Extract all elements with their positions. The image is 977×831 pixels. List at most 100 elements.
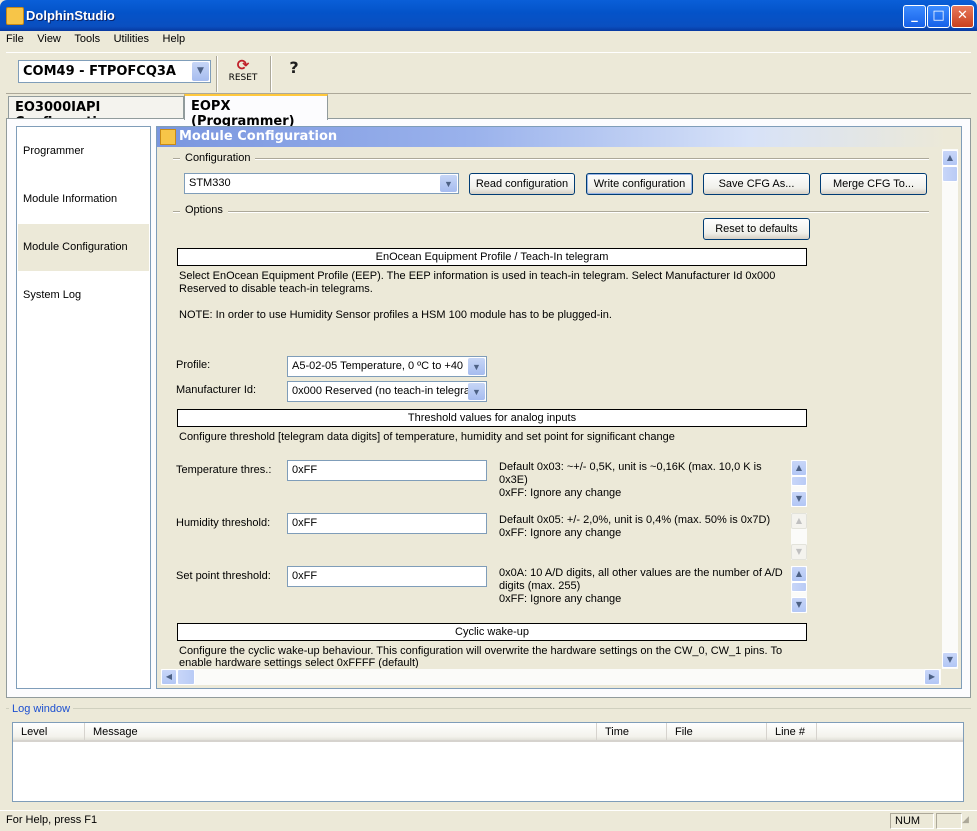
manufacturer-id-label: Manufacturer Id: <box>176 384 257 396</box>
menu-help[interactable]: Help <box>159 31 190 47</box>
window-title: DolphinStudio <box>26 8 115 23</box>
scroll-thumb[interactable] <box>791 582 807 592</box>
toolbar-separator <box>270 56 272 92</box>
title-bar[interactable]: DolphinStudio _ □ ✕ <box>0 0 977 31</box>
help-line: digits (max. 255) <box>499 580 581 592</box>
sidebar-item-system-log[interactable]: System Log <box>18 272 149 319</box>
scroll-left-icon[interactable]: ◀ <box>161 669 177 685</box>
wakeup-section-header: Cyclic wake-up <box>177 623 807 641</box>
manufacturer-id-select[interactable]: 0x000 Reserved (no teach-in telegra ▼ <box>287 381 487 402</box>
configuration-group-label: Configuration <box>180 152 256 164</box>
status-num-indicator: NUM <box>890 813 934 829</box>
menu-utilities[interactable]: Utilities <box>110 31 153 47</box>
log-column-level[interactable]: Level <box>13 723 85 742</box>
maximize-button[interactable]: □ <box>927 5 950 28</box>
chevron-down-icon[interactable]: ▼ <box>440 175 457 192</box>
log-list[interactable]: Level Message Time File Line # <box>12 722 964 802</box>
scroll-right-icon[interactable]: ▶ <box>924 669 940 685</box>
chevron-down-icon[interactable]: ▼ <box>468 358 485 375</box>
humidity-threshold-label: Humidity threshold: <box>176 517 271 529</box>
group-divider <box>173 158 929 160</box>
toolbar-separator <box>216 56 218 92</box>
help-button[interactable]: ? <box>282 58 306 84</box>
eep-section-header: EnOcean Equipment Profile / Teach-In tel… <box>177 248 807 266</box>
manufacturer-id-select-value: 0x000 Reserved (no teach-in telegra <box>292 385 470 397</box>
humidity-help-scrollbar: ▲ ▼ <box>791 513 807 560</box>
menu-tools[interactable]: Tools <box>70 31 104 47</box>
set-point-threshold-help: 0x0A: 10 A/D digits, all other values ar… <box>499 567 787 606</box>
help-line: Default 0x05: +/- 2,0%, unit is 0,4% (ma… <box>499 514 771 526</box>
scroll-thumb[interactable] <box>791 476 807 486</box>
scroll-up-icon[interactable]: ▲ <box>791 566 807 582</box>
reset-to-defaults-button[interactable]: Reset to defaults <box>703 218 810 240</box>
merge-cfg-to-button[interactable]: Merge CFG To... <box>820 173 927 195</box>
sidebar-item-programmer[interactable]: Programmer <box>18 128 149 175</box>
content-horizontal-scrollbar[interactable]: ◀ ▶ <box>161 669 941 685</box>
temperature-help-scrollbar[interactable]: ▲ ▼ <box>791 460 807 507</box>
sidebar-item-module-information[interactable]: Module Information <box>18 176 149 223</box>
port-select-value: COM49 - FTPOFCQ3A <box>23 64 176 79</box>
app-icon <box>6 7 24 25</box>
refresh-icon: ⟳ <box>236 56 250 74</box>
humidity-threshold-input[interactable]: 0xFF <box>287 513 487 534</box>
scroll-down-icon[interactable]: ▼ <box>791 597 807 613</box>
read-configuration-button[interactable]: Read configuration <box>469 173 575 195</box>
set-point-threshold-input[interactable]: 0xFF <box>287 566 487 587</box>
chevron-down-icon[interactable]: ▼ <box>468 383 485 400</box>
wakeup-description-line2: enable hardware settings select 0xFFFF (… <box>179 657 419 668</box>
configuration-select-value: STM330 <box>189 177 231 189</box>
reset-label: RESET <box>228 73 258 83</box>
scroll-up-icon[interactable]: ▲ <box>791 460 807 476</box>
set-point-threshold-label: Set point threshold: <box>176 570 271 582</box>
status-bar: For Help, press F1 NUM ◢ <box>0 810 977 831</box>
log-column-time[interactable]: Time <box>597 723 667 742</box>
help-icon: ? <box>289 58 299 77</box>
save-cfg-as-button[interactable]: Save CFG As... <box>703 173 810 195</box>
content-vertical-scrollbar[interactable]: ▲ ▼ <box>942 149 958 669</box>
menu-file[interactable]: File <box>2 31 28 47</box>
help-line: 0xFF: Ignore any change <box>499 593 622 605</box>
sidebar: Programmer Module Information Module Con… <box>16 126 151 689</box>
resize-grip-icon[interactable]: ◢ <box>962 815 974 829</box>
help-line: 0x3E) <box>499 474 528 486</box>
tab-eo3000iapi-configuration[interactable]: EO3000IAPI Configuration <box>8 96 184 130</box>
temperature-threshold-label: Temperature thres.: <box>176 464 272 476</box>
eep-description-line2: Reserved to disable teach-in telegrams. <box>179 283 373 295</box>
log-column-line[interactable]: Line # <box>767 723 817 742</box>
close-button[interactable]: ✕ <box>951 5 974 28</box>
write-configuration-button[interactable]: Write configuration <box>586 173 693 195</box>
profile-select[interactable]: A5-02-05 Temperature, 0 ºC to +40 ▼ <box>287 356 487 377</box>
reset-button[interactable]: ⟳ RESET <box>222 58 264 88</box>
log-column-file[interactable]: File <box>667 723 767 742</box>
temperature-threshold-input[interactable]: 0xFF <box>287 460 487 481</box>
scroll-up-icon[interactable]: ▲ <box>942 150 958 166</box>
humidity-threshold-help: Default 0x05: +/- 2,0%, unit is 0,4% (ma… <box>499 514 787 540</box>
set-point-help-scrollbar[interactable]: ▲ ▼ <box>791 566 807 613</box>
module-icon <box>160 129 176 145</box>
profile-label: Profile: <box>176 359 211 371</box>
help-line: 0xFF: Ignore any change <box>499 487 622 499</box>
log-window-title: Log window <box>9 703 74 716</box>
sidebar-item-module-configuration[interactable]: Module Configuration <box>18 224 149 271</box>
chevron-down-icon[interactable]: ▼ <box>192 62 209 81</box>
configuration-select[interactable]: STM330 ▼ <box>184 173 459 194</box>
group-divider <box>173 211 929 213</box>
scroll-down-icon[interactable]: ▼ <box>942 652 958 668</box>
minimize-button[interactable]: _ <box>903 5 926 28</box>
section-header: Module Configuration <box>157 127 947 147</box>
log-column-filler <box>817 723 963 742</box>
scroll-thumb[interactable] <box>177 669 195 685</box>
tab-eopx-programmer[interactable]: EOPX (Programmer) <box>184 94 328 129</box>
options-group-label: Options <box>180 204 228 216</box>
status-help-text: For Help, press F1 <box>6 814 98 826</box>
menu-view[interactable]: View <box>33 31 65 47</box>
scroll-down-icon[interactable]: ▼ <box>791 491 807 507</box>
port-select[interactable]: COM49 - FTPOFCQ3A ▼ <box>18 60 211 83</box>
profile-select-value: A5-02-05 Temperature, 0 ºC to +40 <box>292 360 464 372</box>
help-line: 0x0A: 10 A/D digits, all other values ar… <box>499 567 783 579</box>
log-column-message[interactable]: Message <box>85 723 597 742</box>
help-line: 0xFF: Ignore any change <box>499 527 622 539</box>
section-title: Module Configuration <box>179 129 338 144</box>
scroll-thumb[interactable] <box>942 166 958 182</box>
status-pane <box>936 813 962 829</box>
